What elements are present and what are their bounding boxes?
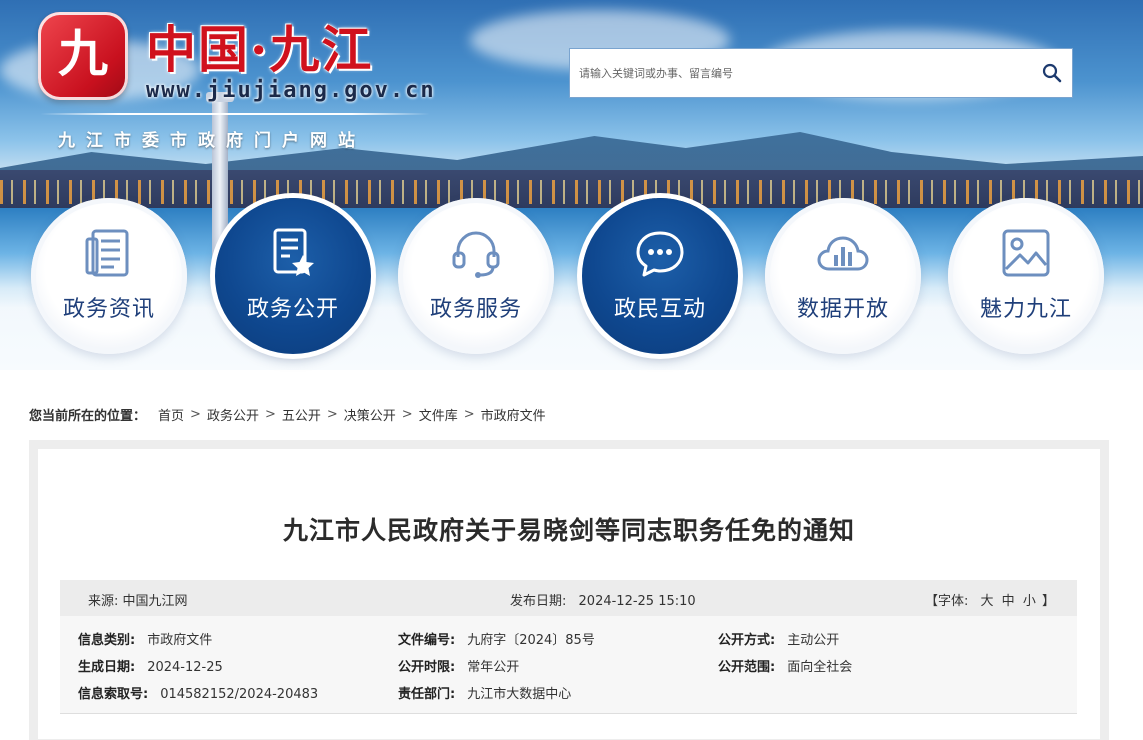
info-period: 公开时限: 常年公开 — [398, 656, 519, 675]
info-scope: 公开范围: 面向全社会 — [718, 656, 852, 675]
cloud-chart-icon — [817, 236, 869, 271]
headset-icon — [452, 231, 500, 278]
info-value: 2024-12-25 — [147, 660, 223, 675]
nav-item-open-data[interactable]: 数据开放 — [765, 198, 921, 354]
news-document-icon — [85, 229, 129, 277]
breadcrumb-separator: > — [326, 407, 338, 422]
font-size-label: 【字体: — [924, 594, 969, 609]
article-publish-date: 发布日期: 2024-12-25 15:10 — [510, 590, 696, 609]
font-large-button[interactable]: 大 — [981, 594, 994, 609]
nav-item-news[interactable]: 政务资讯 — [31, 198, 187, 354]
nav-item-gov-services[interactable]: 政务服务 — [398, 198, 554, 354]
nav-label: 政民互动 — [613, 297, 706, 322]
nav-item-charm-jiujiang[interactable]: 魅力九江 — [948, 198, 1104, 354]
site-title: 中国·九江 — [146, 20, 374, 79]
source-value: 中国九江网 — [122, 594, 188, 609]
search-box — [569, 48, 1073, 98]
nav-label: 魅力九江 — [979, 297, 1072, 322]
info-key: 公开方式: — [718, 633, 776, 648]
info-value: 014582152/2024-20483 — [160, 687, 319, 702]
font-size-close: 】 — [1041, 594, 1055, 609]
info-value: 常年公开 — [467, 660, 520, 675]
info-key: 信息索取号: — [78, 687, 149, 702]
nav-label: 政务资讯 — [62, 297, 155, 322]
nav-label: 数据开放 — [796, 297, 889, 322]
picture-icon — [1002, 229, 1050, 277]
nav-item-gov-disclosure[interactable]: 政务公开 — [215, 198, 371, 354]
nav-item-interaction[interactable]: 政民互动 — [582, 198, 738, 354]
breadcrumb-gov-disclosure[interactable]: 政务公开 — [207, 405, 259, 424]
main-nav: 政务资讯 政务公开 政务服务 政民互动 数据开放 魅力九江 — [0, 198, 1143, 358]
breadcrumb-city-gov-files[interactable]: 市政府文件 — [481, 405, 546, 424]
font-small-button[interactable]: 小 — [1023, 594, 1036, 609]
breadcrumb-separator: > — [190, 407, 201, 422]
info-key: 文件编号: — [398, 633, 456, 648]
breadcrumb: 您当前所在的位置： 首页 > 政务公开 > 五公开 > 决策公开 > 文件库 >… — [29, 405, 546, 424]
article-meta-bar: 来源: 中国九江网 发布日期: 2024-12-25 15:10 【字体: 大 … — [60, 580, 1077, 616]
font-medium-button[interactable]: 中 — [1002, 594, 1015, 609]
info-value: 市政府文件 — [147, 633, 213, 648]
info-index-number: 信息索取号: 014582152/2024-20483 — [78, 683, 318, 702]
breadcrumb-five-disclosures[interactable]: 五公开 — [282, 405, 321, 424]
source-label: 来源: — [88, 594, 119, 609]
info-key: 生成日期: — [78, 660, 136, 675]
info-value: 主动公开 — [787, 633, 840, 648]
date-value: 2024-12-25 15:10 — [578, 594, 696, 609]
logo-divider — [40, 113, 430, 115]
breadcrumb-file-library[interactable]: 文件库 — [419, 405, 458, 424]
info-key: 信息类别: — [78, 633, 136, 648]
info-value: 九江市大数据中心 — [467, 687, 572, 702]
info-value: 面向全社会 — [787, 660, 853, 675]
breadcrumb-separator: > — [401, 407, 413, 422]
site-subtitle: 九江市委市政府门户网站 — [58, 131, 366, 151]
font-size-switcher: 【字体: 大 中 小 】 — [925, 590, 1055, 609]
info-key: 公开范围: — [718, 660, 776, 675]
search-input[interactable] — [570, 49, 1032, 97]
info-value: 九府字〔2024〕85号 — [467, 633, 595, 648]
nav-label: 政务服务 — [429, 297, 522, 322]
breadcrumb-separator: > — [463, 407, 475, 422]
article-title: 九江市人民政府关于易晓剑等同志职务任免的通知 — [282, 516, 855, 545]
info-created-date: 生成日期: 2024-12-25 — [78, 656, 223, 675]
breadcrumb-separator: > — [264, 407, 276, 422]
info-key: 责任部门: — [398, 687, 456, 702]
site-logo[interactable]: 九 — [38, 12, 128, 100]
info-category: 信息类别: 市政府文件 — [78, 629, 212, 648]
document-info-table: 信息类别: 市政府文件 文件编号: 九府字〔2024〕85号 公开方式: 主动公开 生… — [60, 616, 1077, 714]
article-source: 来源: 中国九江网 — [88, 590, 188, 609]
nav-label: 政务公开 — [246, 297, 339, 322]
breadcrumb-home[interactable]: 首页 — [158, 405, 184, 424]
breadcrumb-label: 您当前所在的位置： — [29, 409, 147, 424]
info-doc-number: 文件编号: 九府字〔2024〕85号 — [398, 629, 595, 648]
document-star-icon — [273, 228, 314, 276]
info-disclosure-mode: 公开方式: 主动公开 — [718, 629, 839, 648]
logo-glyph: 九 — [58, 24, 108, 83]
chat-bubble-icon — [636, 231, 684, 277]
search-button[interactable] — [1032, 49, 1072, 97]
site-url: www.jiujiang.gov.cn — [146, 78, 436, 103]
search-icon — [1042, 63, 1062, 83]
date-label: 发布日期: — [510, 594, 567, 609]
info-key: 公开时限: — [398, 660, 456, 675]
breadcrumb-decision-disclosure[interactable]: 决策公开 — [344, 405, 396, 424]
info-department: 责任部门: 九江市大数据中心 — [398, 683, 571, 702]
